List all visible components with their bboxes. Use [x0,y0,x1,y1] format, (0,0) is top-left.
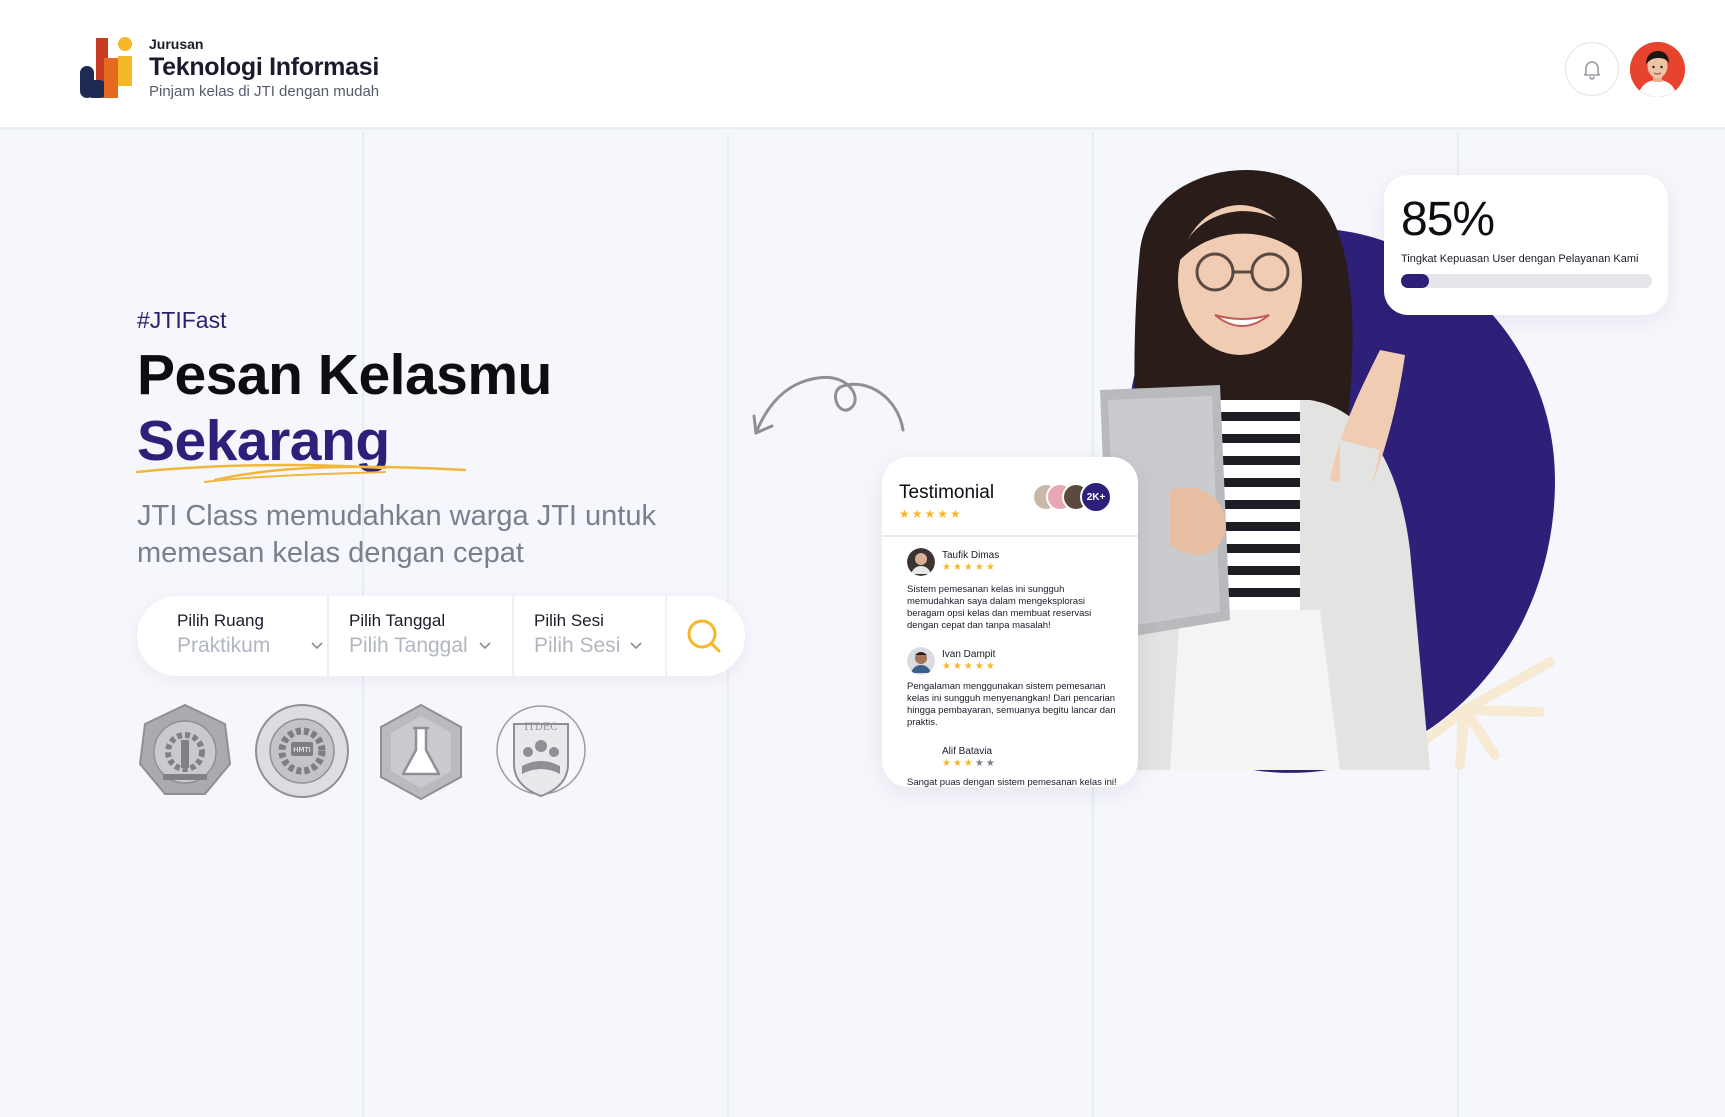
testimonial-title: Testimonial [899,482,995,503]
reviewer-name: Alif Batavia [942,746,993,757]
review-count-badge: 2K+ [1080,481,1112,513]
review-item: Ivan Dampit ★★★★★ Pengalaman menggunakan… [907,647,1122,737]
underline-scribble [135,463,467,483]
review-rating-stars: ★★★★★ [942,562,997,573]
room-select-label: Pilih Ruang [177,611,264,630]
hmti-logo[interactable]: HMTI [253,702,351,800]
room-select-value: Praktikum [177,634,271,657]
lab-logo[interactable] [377,702,465,802]
date-select-label: Pilih Tanggal [349,611,446,630]
reviewer-avatar [907,548,935,576]
review-rating-stars: ★★★★★ [942,661,997,672]
review-text: Sistem pemesanan kelas ini sungguh memud… [907,584,1092,631]
jti-logo[interactable] [78,36,142,102]
hero-title: Pesan Kelasmu [137,343,552,407]
brand-block: Jurusan Teknologi Informasi Pinjam kelas… [149,36,379,100]
itdec-logo[interactable]: ITDEC [490,696,592,804]
brand-small: Jurusan [149,36,204,52]
user-avatar [1630,42,1685,97]
review-item: Alif Batavia ★★★★★ Sangat puas dengan si… [907,744,1122,787]
curly-arrow-icon [752,375,905,435]
satisfaction-progress-bar [1401,274,1652,288]
bell-icon [1583,61,1601,80]
testimonial-divider [882,535,1138,537]
testimonial-card[interactable]: Testimonial ★★★★★ 2K+ Taufik Dimas ★★★★★… [882,457,1138,787]
review-rating-stars: ★★★★★ [942,758,997,769]
top-navbar: Jurusan Teknologi Informasi Pinjam kelas… [0,0,1725,130]
date-select-value: Pilih Tanggal [349,634,468,657]
search-icon[interactable] [684,616,724,656]
notification-button[interactable] [1565,42,1619,96]
stat-label: Tingkat Kepuasan User dengan Pelayanan K… [1401,253,1639,265]
session-select-label: Pilih Sesi [534,611,604,630]
chevron-down-icon [311,642,323,650]
polinema-logo[interactable] [137,702,233,798]
date-select[interactable]: Pilih Tanggal Pilih Tanggal [349,596,514,676]
reviewer-name: Taufik Dimas [942,550,1000,561]
booking-search-bar: Pilih Ruang Praktikum Pilih Tanggal Pili… [137,596,745,676]
brand-title: Teknologi Informasi [149,53,379,81]
search-divider [665,596,667,676]
satisfaction-stat-card: 85% Tingkat Kepuasan User dengan Pelayan… [1384,175,1668,315]
chevron-down-icon [630,642,642,650]
hero-subtitle: JTI Class memudahkan warga JTI untuk mem… [137,500,656,569]
progress-fill [1401,274,1429,288]
itdec-text: ITDEC [524,722,558,733]
search-divider [512,596,514,676]
reviewer-avatar-stack: 2K+ [1032,481,1116,515]
chevron-down-icon [479,642,491,650]
rating-stars: ★★★★★ [899,507,963,521]
session-select-value: Pilih Sesi [534,634,621,657]
hero-hashtag: #JTIFast [137,307,227,333]
room-select[interactable]: Pilih Ruang Praktikum [177,596,337,676]
hmti-text: HMTI [293,746,311,754]
session-select[interactable]: Pilih Sesi Pilih Sesi [534,596,674,676]
brand-tagline: Pinjam kelas di JTI dengan mudah [149,83,380,100]
search-divider [327,596,329,676]
reviewer-avatar [907,647,935,675]
review-item: Taufik Dimas ★★★★★ Sistem pemesanan kela… [907,548,1122,638]
review-text: Pengalaman menggunakan sistem pemesanan … [907,681,1116,728]
review-text: Sangat puas dengan sistem pemesanan kela… [907,777,1117,787]
stat-value: 85% [1401,193,1495,246]
reviewer-name: Ivan Dampit [942,649,996,660]
user-avatar-button[interactable] [1630,42,1685,97]
